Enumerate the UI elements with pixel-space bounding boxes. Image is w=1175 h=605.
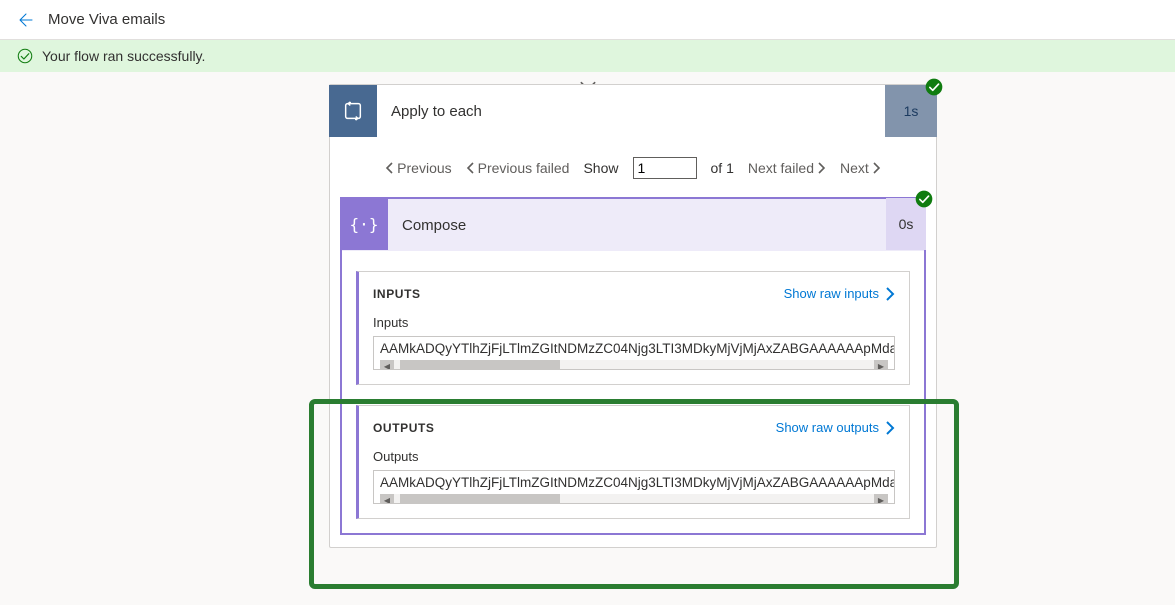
chevron-right-icon [885, 287, 895, 301]
loop-icon [329, 85, 377, 137]
status-success-badge [914, 189, 934, 212]
compose-title: Compose [388, 217, 886, 234]
banner-text: Your flow ran successfully. [42, 48, 205, 64]
inputs-label: Inputs [373, 315, 895, 330]
outputs-value-box[interactable]: AAMkADQyYTlhZjFjLTlmZGItNDMzZC04Njg3LTI3… [373, 470, 895, 504]
apply-to-each-header[interactable]: Apply to each 1s [330, 85, 936, 137]
show-label: Show [583, 160, 618, 176]
top-bar: Move Viva emails [0, 0, 1175, 40]
outputs-value: AAMkADQyYTlhZjFjLTlmZGItNDMzZC04Njg3LTI3… [380, 475, 895, 490]
apply-to-each-card: Apply to each 1s Previous Previous faile… [329, 84, 937, 548]
scroll-left-icon[interactable]: ◀ [380, 360, 394, 370]
prev-label: Previous [397, 160, 451, 176]
show-raw-outputs-label: Show raw outputs [776, 420, 879, 435]
status-success-badge [924, 77, 944, 100]
outputs-section: OUTPUTS Show raw outputs Outputs AAMkADQ… [356, 405, 910, 519]
prev-failed-label: Previous failed [478, 160, 570, 176]
show-raw-outputs-link[interactable]: Show raw outputs [776, 420, 895, 435]
show-raw-inputs-label: Show raw inputs [784, 286, 879, 301]
apply-to-each-title: Apply to each [377, 103, 885, 120]
next-button[interactable]: Next [840, 160, 881, 176]
inputs-section: INPUTS Show raw inputs Inputs AAMkADQyYT… [356, 271, 910, 385]
of-label: of 1 [711, 160, 734, 176]
prev-button[interactable]: Previous [385, 160, 451, 176]
scroll-left-icon[interactable]: ◀ [380, 494, 394, 504]
scroll-thumb[interactable] [400, 494, 560, 504]
scroll-thumb[interactable] [400, 360, 560, 370]
page-title: Move Viva emails [48, 11, 165, 28]
horizontal-scrollbar[interactable]: ◀ ▶ [380, 494, 888, 504]
inputs-value-box[interactable]: AAMkADQyYTlhZjFjLTlmZGItNDMzZC04Njg3LTI3… [373, 336, 895, 370]
show-raw-inputs-link[interactable]: Show raw inputs [784, 286, 895, 301]
inputs-heading: INPUTS [373, 287, 421, 301]
iteration-pagination: Previous Previous failed Show of 1 Next … [330, 137, 936, 197]
chevron-right-icon [816, 162, 826, 174]
check-circle-icon [16, 47, 34, 65]
next-failed-label: Next failed [748, 160, 814, 176]
scroll-right-icon[interactable]: ▶ [874, 360, 888, 370]
arrow-left-icon [17, 11, 35, 29]
outputs-heading: OUTPUTS [373, 421, 435, 435]
iteration-index-input[interactable] [633, 157, 697, 179]
inputs-value: AAMkADQyYTlhZjFjLTlmZGItNDMzZC04Njg3LTI3… [380, 341, 895, 356]
compose-header[interactable]: {·} Compose 0s [342, 199, 924, 251]
outputs-label: Outputs [373, 449, 895, 464]
scroll-right-icon[interactable]: ▶ [874, 494, 888, 504]
prev-failed-button[interactable]: Previous failed [466, 160, 570, 176]
back-button[interactable] [14, 8, 38, 32]
next-label: Next [840, 160, 869, 176]
chevron-right-icon [885, 421, 895, 435]
horizontal-scrollbar[interactable]: ◀ ▶ [380, 360, 888, 370]
success-banner: Your flow ran successfully. [0, 40, 1175, 72]
chevron-left-icon [385, 162, 395, 174]
workspace: Apply to each 1s Previous Previous faile… [0, 72, 1175, 605]
chevron-right-icon [871, 162, 881, 174]
compose-icon: {·} [340, 198, 388, 250]
compose-card: {·} Compose 0s INPUTS Show raw inputs In… [340, 197, 926, 535]
chevron-left-icon [466, 162, 476, 174]
next-failed-button[interactable]: Next failed [748, 160, 826, 176]
